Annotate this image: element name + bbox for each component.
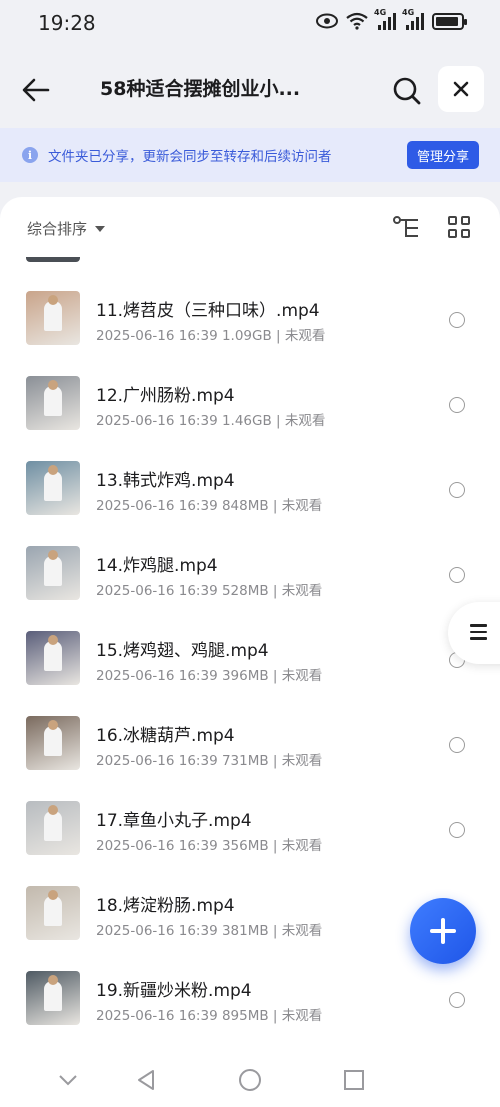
file-row[interactable]: 13.韩式炸鸡.mp4 2025-06-16 16:39 848MB | 未观看 [0,461,500,546]
select-radio[interactable] [449,567,465,583]
info-icon: i [22,147,38,163]
system-nav-bar [0,1050,500,1107]
recents-square-icon [344,1070,364,1090]
caret-down-icon [95,225,106,232]
select-radio[interactable] [449,312,465,328]
eye-icon [316,13,338,29]
video-thumbnail [26,886,80,940]
video-thumbnail [26,461,80,515]
file-meta: 2025-06-16 16:39 1.46GB | 未观看 [96,413,326,429]
file-meta: 2025-06-16 16:39 731MB | 未观看 [96,753,323,769]
file-list-sheet: 综合排序 11.烤苕皮（三种口味）.mp4 2025-06-16 16:39 1.… [0,197,500,1107]
close-icon [453,81,469,97]
home-circle-icon [239,1069,261,1091]
file-row[interactable]: 17.章鱼小丸子.mp4 2025-06-16 16:39 356MB | 未观看 [0,801,500,886]
menu-icon [470,624,487,644]
file-name: 11.烤苕皮（三种口味）.mp4 [96,301,320,321]
select-radio[interactable] [449,822,465,838]
video-thumbnail [26,546,80,600]
nav-collapse-button[interactable] [56,1068,80,1092]
nav-back-button[interactable] [134,1068,158,1092]
page-title: 58种适合摆摊创业小... [100,78,301,100]
file-row[interactable]: 15.烤鸡翅、鸡腿.mp4 2025-06-16 16:39 396MB | 未观… [0,631,500,716]
back-button[interactable] [16,70,56,110]
file-row[interactable]: 19.新疆炒米粉.mp4 2025-06-16 16:39 895MB | 未观看 [0,971,500,1056]
file-name: 18.烤淀粉肠.mp4 [96,896,235,916]
partial-thumbnail [26,257,80,262]
search-icon [393,77,421,105]
file-name: 14.炸鸡腿.mp4 [96,556,218,576]
select-radio[interactable] [449,737,465,753]
file-name: 13.韩式炸鸡.mp4 [96,471,235,491]
back-triangle-icon [138,1070,154,1090]
signal-icon-1: 4G [374,8,396,30]
file-meta: 2025-06-16 16:39 396MB | 未观看 [96,668,323,684]
plus-icon-stroke [441,918,445,944]
file-row[interactable]: 14.炸鸡腿.mp4 2025-06-16 16:39 528MB | 未观看 [0,546,500,631]
file-name: 16.冰糖葫芦.mp4 [96,726,235,746]
file-row[interactable]: 16.冰糖葫芦.mp4 2025-06-16 16:39 731MB | 未观看 [0,716,500,801]
video-thumbnail [26,801,80,855]
select-radio[interactable] [449,482,465,498]
file-name: 15.烤鸡翅、鸡腿.mp4 [96,641,269,661]
select-radio[interactable] [449,397,465,413]
status-bar: 19:28 4G 4G [0,0,500,48]
grid-cell [461,229,470,238]
sort-dropdown[interactable]: 综合排序 [27,218,106,239]
grid-cell [448,229,457,238]
header: 58种适合摆摊创业小... [0,48,500,128]
video-thumbnail [26,716,80,770]
sort-toolbar: 综合排序 [0,197,500,259]
file-name: 12.广州肠粉.mp4 [96,386,235,406]
file-meta: 2025-06-16 16:39 381MB | 未观看 [96,923,323,939]
file-meta: 2025-06-16 16:39 356MB | 未观看 [96,838,323,854]
file-meta: 2025-06-16 16:39 895MB | 未观看 [96,1008,323,1024]
back-arrow-icon [22,78,50,102]
chevron-down-icon [59,1075,77,1086]
video-thumbnail [26,631,80,685]
status-icons: 4G 4G [316,8,467,30]
video-thumbnail [26,376,80,430]
wifi-icon [346,12,368,30]
sort-label: 综合排序 [27,220,88,238]
nav-recents-button[interactable] [342,1068,366,1092]
file-name: 17.章鱼小丸子.mp4 [96,811,252,831]
video-thumbnail [26,971,80,1025]
video-thumbnail [26,291,80,345]
add-fab-button[interactable] [410,898,476,964]
tree-view-icon [393,216,418,237]
battery-icon [432,12,467,30]
tree-view-button[interactable] [392,215,420,241]
close-button[interactable] [438,66,484,112]
select-radio[interactable] [449,992,465,1008]
nav-home-button[interactable] [238,1068,262,1092]
file-meta: 2025-06-16 16:39 1.09GB | 未观看 [96,328,326,344]
file-name: 19.新疆炒米粉.mp4 [96,981,252,1001]
share-notice-banner: i 文件夹已分享，更新会同步至转存和后续访问者 管理分享 [0,128,500,182]
grid-cell [461,216,470,225]
grid-cell [448,216,457,225]
grid-view-button[interactable] [448,216,472,240]
file-row[interactable]: 11.烤苕皮（三种口味）.mp4 2025-06-16 16:39 1.09GB … [0,291,500,376]
file-row[interactable]: 12.广州肠粉.mp4 2025-06-16 16:39 1.46GB | 未观看 [0,376,500,461]
manage-share-button[interactable]: 管理分享 [406,141,479,169]
signal-icon-2: 4G [402,8,424,30]
file-meta: 2025-06-16 16:39 848MB | 未观看 [96,498,323,514]
search-button[interactable] [386,70,428,112]
status-time: 19:28 [38,11,96,35]
file-meta: 2025-06-16 16:39 528MB | 未观看 [96,583,323,599]
notice-text: 文件夹已分享，更新会同步至转存和后续访问者 [48,149,332,165]
